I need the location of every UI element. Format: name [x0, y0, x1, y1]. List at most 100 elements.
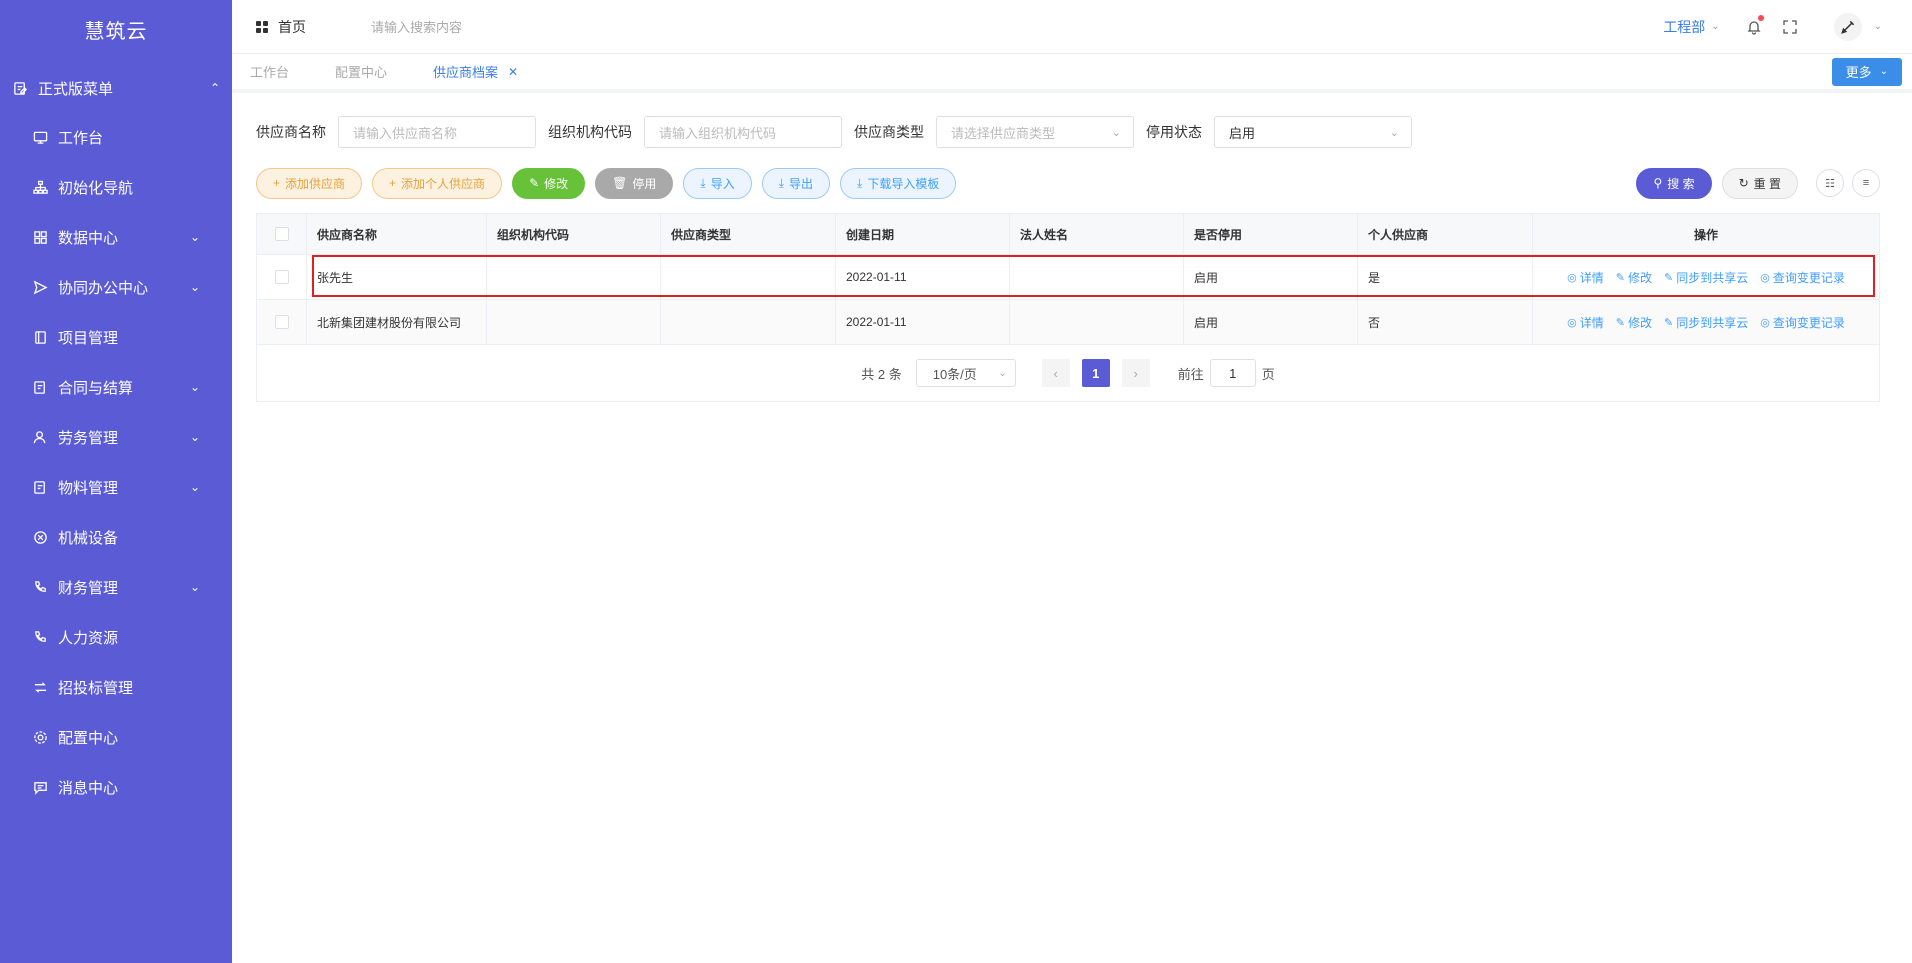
disable-button[interactable]: 🗑 停用: [595, 167, 674, 199]
supplier-name-input[interactable]: 请输入供应商名称: [338, 116, 536, 148]
edit-button[interactable]: ✎ 修改: [512, 167, 586, 199]
goto-page: 前往 1 页: [1178, 359, 1275, 387]
eye-icon: ◎: [1567, 271, 1577, 284]
supplier-name-label: 供应商名称: [256, 124, 326, 140]
grid-view-icon[interactable]: ☷: [1816, 169, 1844, 197]
column-header: 供应商名称: [307, 214, 487, 254]
reset-button[interactable]: ↻ 重 置: [1721, 167, 1798, 199]
chevron-down-icon: ⌄: [189, 280, 200, 294]
sidebar-item-messages[interactable]: 消息中心: [0, 762, 232, 812]
goto-page-input[interactable]: 1: [1209, 359, 1256, 387]
tab-supplier-archive[interactable]: 供应商档案 ✕: [433, 62, 518, 81]
tab-workbench[interactable]: 工作台: [250, 62, 289, 81]
sidebar-item-hr[interactable]: 人力资源: [0, 612, 232, 662]
sidebar-item-config[interactable]: 配置中心: [0, 712, 232, 762]
sidebar-item-machinery[interactable]: 机械设备: [0, 512, 232, 562]
download-template-button[interactable]: ⤓ 下载导入模板: [840, 167, 957, 199]
phone-icon: [32, 629, 48, 645]
fullscreen-icon[interactable]: [1782, 19, 1798, 35]
sidebar-item-label: 招投标管理: [58, 679, 134, 697]
column-header: 法人姓名: [1010, 214, 1184, 254]
sync-link[interactable]: ✎ 同步到共享云: [1664, 314, 1748, 331]
cell-supplier-name: 张先生: [307, 255, 487, 299]
chevron-down-icon: ⌄: [189, 230, 200, 244]
row-checkbox[interactable]: [274, 270, 289, 284]
more-label: 更多: [1845, 65, 1872, 80]
op-label: 修改: [1627, 270, 1652, 285]
history-link[interactable]: ◎ 查询变更记录: [1760, 314, 1845, 331]
row-checkbox[interactable]: [274, 315, 289, 329]
button-label: 添加个人供应商: [401, 176, 486, 191]
edit-link[interactable]: ✎ 修改: [1616, 314, 1652, 331]
close-icon[interactable]: ✕: [508, 65, 518, 79]
sidebar-item-bidding[interactable]: 招投标管理: [0, 662, 232, 712]
detail-link[interactable]: ◎ 详情: [1567, 269, 1604, 286]
sidebar-item-collab-office[interactable]: 协同办公中心 ⌄: [0, 262, 232, 312]
action-bar: + 添加供应商 + 添加个人供应商 ✎ 修改 🗑 停用 ⤓ 导入 ⤓ 导出 ⤓ 下载导入模板 …: [256, 167, 1880, 199]
chevron-up-icon: ⌃: [209, 81, 220, 95]
home-link[interactable]: 首页: [256, 17, 306, 37]
sidebar-item-label: 数据中心: [58, 229, 119, 247]
export-button[interactable]: ⤓ 导出: [761, 167, 831, 199]
tab-config-center[interactable]: 配置中心: [335, 62, 387, 81]
sidebar-item-labor[interactable]: 劳务管理 ⌄: [0, 412, 232, 462]
plus-icon: +: [389, 176, 397, 190]
bell-icon[interactable]: [1746, 14, 1764, 35]
sidebar-item-finance[interactable]: 财务管理 ⌄: [0, 562, 232, 612]
supplier-type-select[interactable]: 请选择供应商类型 ⌄: [936, 116, 1134, 148]
sidebar-item-workbench[interactable]: 工作台: [0, 112, 232, 162]
button-label: 添加供应商: [285, 176, 346, 191]
sidebar-item-init-nav[interactable]: 初始化导航: [0, 162, 232, 212]
row-select-cell: [257, 300, 307, 344]
sidebar-item-material[interactable]: 物料管理 ⌄: [0, 462, 232, 512]
status-select[interactable]: 启用 ⌄: [1214, 116, 1412, 148]
page-size-value: 10条/页: [932, 366, 977, 382]
refresh-icon: ↻: [1738, 176, 1749, 190]
edit-icon: ✎: [1664, 316, 1674, 329]
select-all-cell: [257, 214, 307, 254]
sidebar-item-project[interactable]: 项目管理: [0, 312, 232, 362]
tabs-bar: 工作台 配置中心 供应商档案 ✕ 更多 ⌄: [232, 54, 1912, 93]
edit-icon: ✎: [1615, 271, 1625, 284]
department-selector[interactable]: 工程部 ⌄: [1663, 17, 1719, 37]
chevron-down-icon: ⌄: [1711, 21, 1720, 32]
add-personal-supplier-button[interactable]: + 添加个人供应商: [372, 167, 503, 199]
org-code-input[interactable]: 请输入组织机构代码: [644, 116, 842, 148]
notification-dot: [1757, 14, 1764, 21]
sitemap-icon: [32, 179, 48, 195]
pagination: 共 2 条 10条/页 ⌄ ‹ 1 › 前往 1 页: [257, 345, 1879, 401]
cell-operations: ◎ 详情 ✎ 修改 ✎ 同步到共享云 ◎ 查询变更记录: [1533, 255, 1879, 299]
download-icon: ⤓: [700, 175, 706, 190]
eye-icon: ◎: [1760, 271, 1770, 284]
sidebar-item-contract[interactable]: 合同与结算 ⌄: [0, 362, 232, 412]
import-button[interactable]: ⤓ 导入: [683, 167, 752, 199]
button-label: 搜 索: [1667, 176, 1695, 191]
status-label: 停用状态: [1146, 124, 1202, 140]
detail-link[interactable]: ◎ 详情: [1567, 314, 1604, 331]
cell-org-code: [487, 300, 661, 344]
send-icon: [32, 279, 48, 295]
menu-group-label: 正式版菜单: [38, 80, 114, 98]
prev-page-button[interactable]: ‹: [1041, 359, 1070, 387]
chevron-down-icon: ⌄: [998, 367, 1007, 379]
more-button[interactable]: 更多 ⌄: [1831, 57, 1902, 86]
sidebar-item-data-center[interactable]: 数据中心 ⌄: [0, 212, 232, 262]
next-page-button[interactable]: ›: [1121, 359, 1150, 387]
avatar[interactable]: [1833, 12, 1862, 41]
circle-x-icon: [32, 529, 48, 545]
select-all-checkbox[interactable]: [274, 227, 289, 241]
menu-group-formal[interactable]: 正式版菜单 ⌃: [0, 64, 232, 112]
edit-link[interactable]: ✎ 修改: [1616, 269, 1652, 286]
page-number[interactable]: 1: [1081, 359, 1110, 387]
search-button[interactable]: ⚲ 搜 索: [1636, 167, 1712, 199]
page-size-select[interactable]: 10条/页 ⌄: [915, 359, 1016, 387]
history-link[interactable]: ◎ 查询变更记录: [1760, 269, 1845, 286]
chevron-down-icon[interactable]: ⌄: [1874, 21, 1882, 32]
column-settings-icon[interactable]: ≡: [1852, 169, 1880, 197]
sync-link[interactable]: ✎ 同步到共享云: [1664, 269, 1748, 286]
supplier-type-placeholder: 请选择供应商类型: [951, 125, 1056, 141]
global-search-input[interactable]: 请输入搜索内容: [371, 17, 462, 36]
op-label: 详情: [1579, 315, 1604, 330]
add-supplier-button[interactable]: + 添加供应商: [256, 167, 363, 199]
book-icon: [32, 329, 48, 345]
